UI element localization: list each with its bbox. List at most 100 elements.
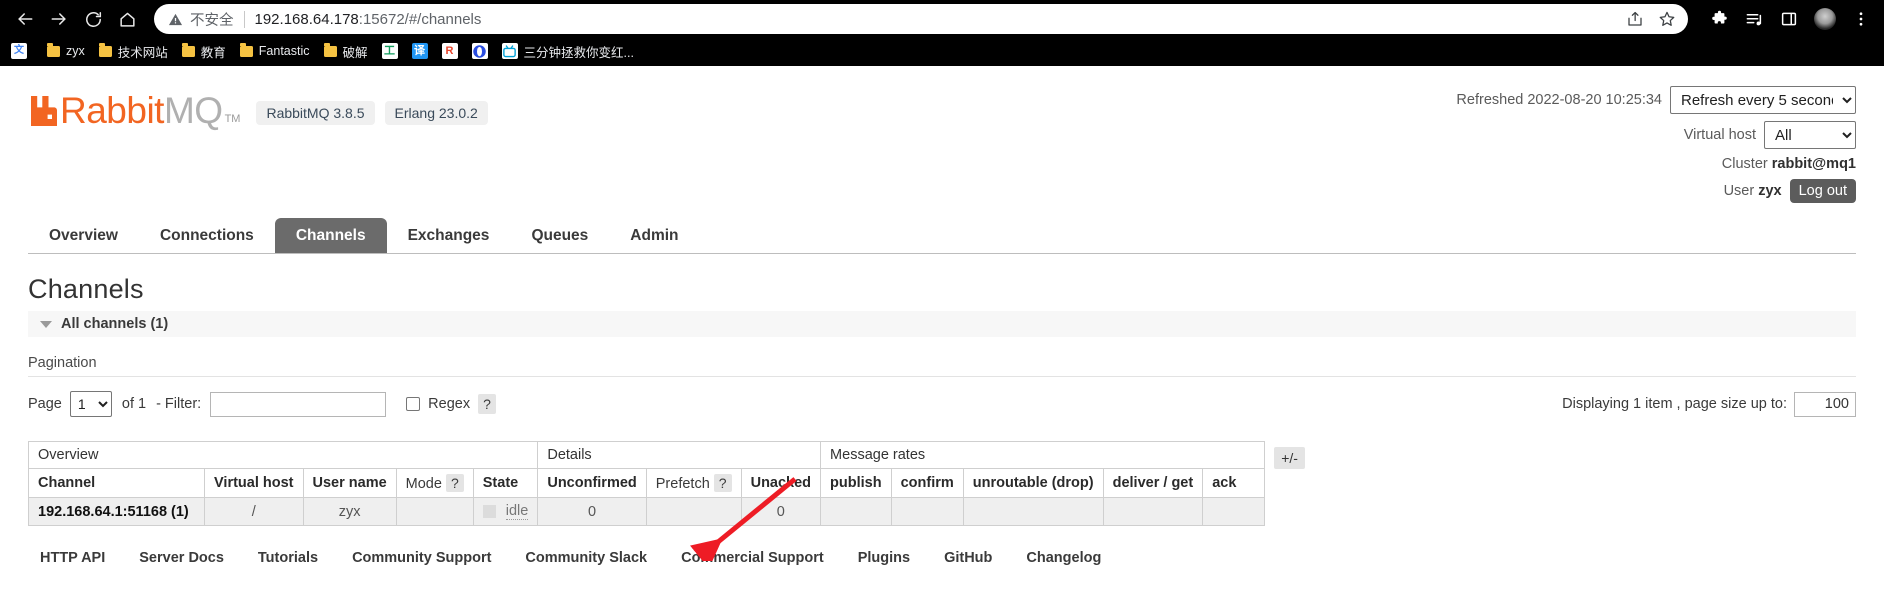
footer-link-commercial-support[interactable]: Commercial Support [681, 550, 824, 566]
refresh-interval-select[interactable]: Refresh every 5 seconds [1670, 86, 1856, 114]
home-icon[interactable] [110, 2, 144, 36]
footer-link-community-support[interactable]: Community Support [352, 550, 491, 566]
side-panel-icon[interactable] [1780, 10, 1798, 28]
cell-channel[interactable]: 192.168.64.1:51168 (1) [28, 497, 205, 527]
chrome-menu-icon[interactable] [1852, 10, 1870, 28]
filter-controls: Page 1 of 1 - Filter: Regex ? Displaying… [28, 377, 1856, 425]
bookmark-google-translate[interactable]: 文 [4, 41, 40, 61]
col-channel[interactable]: Channel [28, 468, 205, 499]
cluster-info: Cluster rabbit@mq1 [1722, 156, 1856, 172]
user-label: User [1723, 183, 1755, 199]
back-arrow-icon[interactable] [8, 2, 42, 36]
cell-mode [395, 497, 474, 527]
tab-admin[interactable]: Admin [609, 218, 699, 253]
bookmark-label: 三分钟拯救你变红... [523, 45, 634, 60]
regex-help-icon[interactable]: ? [478, 393, 496, 415]
tab-exchanges[interactable]: Exchanges [387, 218, 511, 253]
pagination-heading: Pagination [28, 337, 1856, 378]
footer-link-server-docs[interactable]: Server Docs [139, 550, 224, 566]
col-user-name[interactable]: User name [302, 468, 397, 499]
rstudio-icon: R [441, 43, 458, 59]
footer-link-github[interactable]: GitHub [944, 550, 992, 566]
header-status-panel: Refreshed 2022-08-20 10:25:34 Refresh ev… [1456, 82, 1856, 210]
extensions-puzzle-icon[interactable] [1710, 10, 1729, 29]
bookmark-opera[interactable] [465, 41, 495, 61]
state-indicator [482, 505, 496, 519]
virtual-host-label: Virtual host [1683, 127, 1756, 143]
bookmark-bilibili[interactable]: 三分钟拯救你变红... [495, 40, 641, 63]
col-state[interactable]: State [472, 468, 539, 499]
profile-avatar[interactable] [1814, 8, 1836, 30]
cell-unconfirmed: 0 [537, 497, 647, 527]
table-group-header-row: Overview Details Message rates +/- [27, 441, 1314, 526]
col-unacked[interactable]: Unacked [740, 468, 822, 499]
omnibox-divider [243, 10, 245, 28]
rabbitmq-logo[interactable]: RabbitMQ TM [28, 92, 240, 129]
forward-arrow-icon[interactable] [42, 2, 76, 36]
col-deliver-get[interactable]: deliver / get [1102, 468, 1204, 499]
refreshed-timestamp: Refreshed 2022-08-20 10:25:34 [1456, 92, 1662, 108]
col-mode[interactable]: Mode ? [395, 468, 474, 499]
logo-tm-mark: TM [224, 113, 241, 125]
plus-minus-button[interactable]: +/- [1274, 446, 1305, 469]
wps-icon: 工 [381, 43, 398, 59]
logout-button[interactable]: Log out [1789, 179, 1856, 203]
table-column-header-row: Channel Virtual host User name Mode ? St… [28, 468, 1314, 499]
chevron-down-icon[interactable] [40, 320, 52, 328]
tab-queues[interactable]: Queues [510, 218, 609, 253]
filter-label: - Filter: [156, 396, 202, 413]
channels-table: Overview Details Message rates +/- Chann… [27, 441, 1314, 527]
bookmark-wps[interactable]: 工 [375, 41, 405, 61]
tab-channels[interactable]: Channels [274, 218, 387, 254]
all-channels-label: All channels (1) [61, 316, 169, 333]
bookmark-pojie[interactable]: 破解 [317, 40, 375, 63]
bookmark-rstudio[interactable]: R [435, 41, 465, 61]
page-size-input[interactable] [1794, 391, 1856, 417]
cell-virtual-host: / [204, 497, 304, 527]
footer-link-community-slack[interactable]: Community Slack [525, 550, 647, 566]
col-confirm[interactable]: confirm [890, 468, 964, 499]
all-channels-section-header[interactable]: All channels (1) [28, 311, 1856, 338]
bookmark-label: Fantastic [258, 44, 310, 58]
footer-link-plugins[interactable]: Plugins [858, 550, 910, 566]
bookmark-fantastic[interactable]: Fantastic [233, 42, 317, 60]
logo-mq-text: MQ [163, 90, 223, 131]
page-number-select[interactable]: 1 [69, 391, 112, 418]
bookmark-translate[interactable]: 译 [405, 41, 435, 61]
reload-icon[interactable] [76, 2, 110, 36]
user-info: User zyx [1724, 183, 1782, 199]
bookmark-star-icon[interactable] [1658, 10, 1676, 28]
col-ack[interactable]: ack [1202, 468, 1266, 499]
tab-overview[interactable]: Overview [28, 218, 139, 253]
url-host: 192.168.64.178 [254, 10, 359, 28]
footer-link-tutorials[interactable]: Tutorials [258, 550, 318, 566]
col-virtual-host[interactable]: Virtual host [204, 468, 304, 499]
tab-connections[interactable]: Connections [139, 218, 275, 253]
col-unconfirmed[interactable]: Unconfirmed [537, 468, 647, 499]
page-count-label: of 1 [121, 396, 147, 413]
regex-checkbox[interactable] [406, 397, 421, 412]
bookmark-zyx[interactable]: zyx [40, 42, 92, 60]
prefetch-help-icon[interactable]: ? [713, 474, 732, 493]
cell-publish [820, 497, 892, 527]
bookmark-label: zyx [66, 44, 85, 58]
mode-help-icon[interactable]: ? [445, 474, 464, 493]
bookmark-education[interactable]: 教育 [175, 40, 233, 63]
col-prefetch[interactable]: Prefetch ? [645, 468, 742, 499]
share-icon[interactable] [1626, 10, 1644, 28]
logo-rabbit-text: Rabbit [60, 90, 164, 131]
cell-prefetch [645, 497, 742, 527]
google-translate-icon: 文 [11, 43, 27, 59]
filter-input[interactable] [210, 391, 387, 417]
col-publish[interactable]: publish [820, 468, 892, 499]
table-row[interactable]: 192.168.64.1:51168 (1) / zyx idle 0 0 [28, 497, 1314, 527]
bookmark-tech-sites[interactable]: 技术网站 [92, 40, 175, 63]
bookmark-label: 教育 [200, 45, 226, 60]
media-list-icon[interactable] [1745, 10, 1764, 29]
footer-link-http-api[interactable]: HTTP API [40, 550, 105, 566]
omnibox[interactable]: 不安全 192.168.64.178:15672/#/channels [154, 4, 1688, 34]
col-unroutable-drop[interactable]: unroutable (drop) [962, 468, 1104, 499]
footer-link-changelog[interactable]: Changelog [1026, 550, 1101, 566]
regex-label: Regex [428, 396, 471, 413]
virtual-host-select[interactable]: All [1764, 121, 1856, 149]
